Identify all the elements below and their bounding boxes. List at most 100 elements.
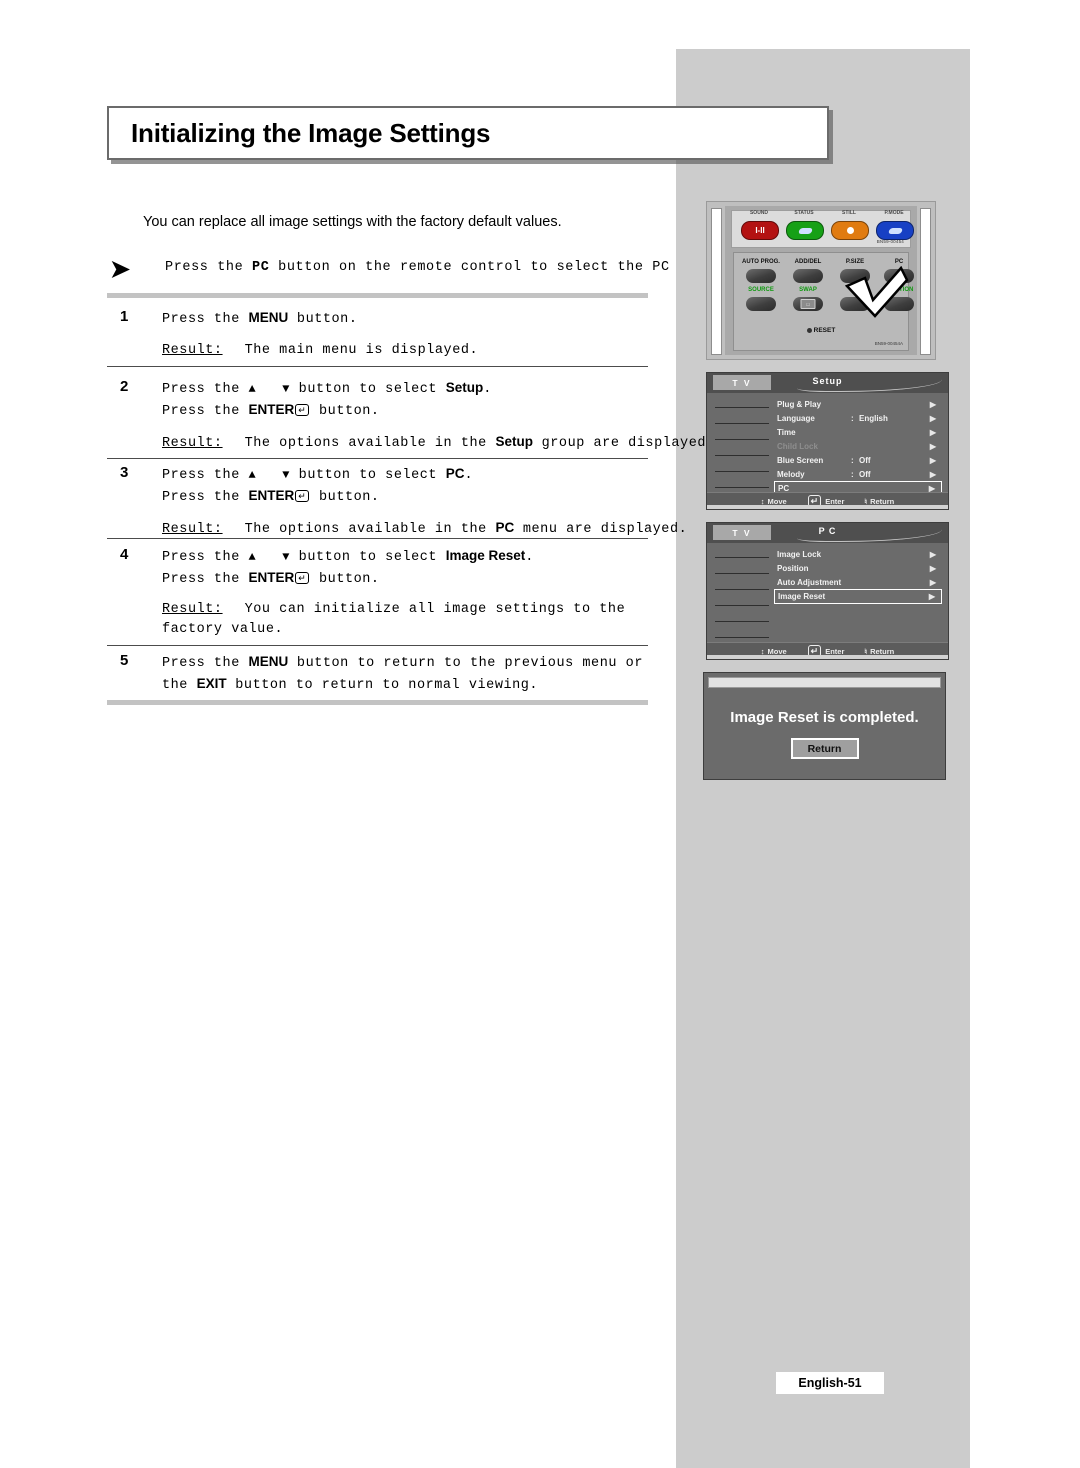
p-size-button[interactable] [840,269,870,283]
osd-row-position[interactable]: Position ▶ [777,561,942,575]
step-5: 5 Press the MENU button to return to the… [107,652,667,695]
color-button-tag-1: STATUS [794,210,814,216]
reset-row[interactable]: RESET [734,327,908,334]
auto-prog-button[interactable] [746,269,776,283]
dialog-top-bar [708,677,941,688]
note-suffix: button on the remote control to select t… [278,260,670,275]
pc-button[interactable] [884,269,914,283]
step-4-mid: button to select [290,550,446,565]
remote-control-illustration: SOUND STATUS STILL P.MODE I-II BN59-0045… [706,201,936,360]
osd-pc-header: T V P C [707,523,948,543]
status-button[interactable] [786,221,824,240]
osd-setup-title: Setup [812,376,843,386]
chevron-right-icon: ▶ [929,455,936,465]
osd-setup-items: Plug & Play ▶ Language: English ▶ Time ▶ Chi… [774,397,942,496]
osd-row-time[interactable]: Time ▶ [777,425,942,439]
dialog-return-button[interactable]: Return [790,738,859,759]
step-4-number: 4 [120,546,129,563]
step-2-result-key: Setup [495,434,533,450]
down-triangle-icon: ▼ [282,550,291,564]
osd-row-label: Child Lock [777,441,818,451]
remote-model-code-top: BN59-00454 [876,239,904,244]
step-3-result-key: PC [495,520,515,536]
osd-row-auto-adjustment[interactable]: Auto Adjustment ▶ [777,575,942,589]
swap-label: SWAP [799,287,817,293]
divider-step-1-2 [107,366,648,368]
step-2-suffix: . [483,382,492,397]
osd-row-label: Image Reset [778,592,826,601]
osd-row-label: Melody [777,469,805,479]
still-button[interactable] [831,221,869,240]
image-reset-dialog: Image Reset is completed. Return [703,672,946,780]
page-title-box: Initializing the Image Settings [107,106,829,160]
chevron-right-icon: ▶ [929,427,936,437]
pip-size-button[interactable] [840,297,870,311]
step-3-suffix: . [464,468,474,483]
step-3-line1: Press the ▲ ▼ button to select PC. [162,464,667,486]
remote-model-code-bottom: BN59-00454A [874,341,903,346]
osd-row-label: Auto Adjustment [777,577,842,587]
osd-row-language[interactable]: Language: English ▶ [777,411,942,425]
remote-keypad: AUTO PROG. ADD/DEL P.SIZE PC SOURCE SWAP… [733,252,914,351]
step-4-result-a: You can initialize all image settings to… [162,602,626,637]
osd-row-label: Time [777,427,796,437]
chevron-right-icon: ▶ [929,469,936,479]
step-2-key: Setup [445,380,484,395]
reset-label: RESET [813,327,836,334]
chevron-right-icon: ▶ [929,399,936,409]
divider-step-4-5 [107,645,648,647]
divider-thick-top [107,293,648,298]
step-4-line2-suffix: button. [310,571,380,587]
step-5-key: MENU [248,654,289,669]
chevron-right-icon: ▶ [929,413,936,423]
chevron-right-icon: ▶ [929,563,936,573]
source-button[interactable] [746,297,776,311]
osd-row-melody[interactable]: Melody: Off ▶ [777,467,942,481]
divider-step-2-3 [107,458,648,460]
step-2-prefix: Press the [162,382,249,397]
osd-bottom-bar [707,505,948,509]
step-3-line2-suffix: button. [310,489,380,505]
step-2-enter-key: ENTER [248,401,295,417]
osd-row-blue-screen[interactable]: Blue Screen: Off ▶ [777,453,942,467]
step-2-result-a: The options available in the [244,436,496,452]
osd-pc-title: P C [818,526,837,536]
step-5-number: 5 [120,652,129,669]
swap-button[interactable]: ☐ [793,297,823,311]
picture-mode-button[interactable] [876,221,914,240]
step-2-result: Result: The options available in the Setu… [162,432,714,454]
step-4-result: Result: You can initialize all image sett… [162,600,652,639]
down-triangle-icon: ▼ [282,468,291,482]
osd-pc-items: Image Lock ▶ Position ▶ Auto Adjustment ▶ I… [774,547,942,604]
status-icon [797,227,813,234]
color-button-tag-2: STILL [842,210,856,216]
step-3: 3 Press the ▲ ▼ button to select PC. Pre… [107,464,687,540]
down-triangle-icon: ▼ [282,382,291,396]
step-4-key: Image Reset [445,548,526,563]
osd-row-label: Image Lock [777,549,822,559]
step-1-prefix: Press the [162,312,249,327]
note-prefix: Press the [165,260,253,275]
intro-paragraph: You can replace all image settings with … [143,214,562,230]
step-3-line2: Press the ENTER ↵ button. [162,486,667,508]
step-2-line2-prefix: Press the [162,403,249,419]
up-triangle-icon: ▲ [248,550,257,564]
step-4-result-label: Result: [162,602,223,618]
position-button[interactable] [884,297,914,311]
osd-row-image-reset[interactable]: Image Reset ▶ [774,589,942,604]
osd-pc-sidebar [707,543,769,643]
osd-row-plug-play[interactable]: Plug & Play ▶ [777,397,942,411]
up-triangle-icon: ▲ [248,468,257,482]
divider-step-3-4 [107,538,648,540]
osd-row-child-lock[interactable]: Child Lock ▶ [777,439,942,453]
sound-button[interactable]: I-II [741,221,779,240]
step-3-key: PC [445,466,465,481]
divider-thick-bottom [107,700,648,705]
step-5-line1: Press the MENU button to return to the p… [162,652,667,674]
add-del-button[interactable] [793,269,823,283]
step-5-line2-prefix: the [162,677,197,693]
step-4-suffix: . [525,550,534,565]
up-triangle-icon: ▲ [248,382,257,396]
osd-row-image-lock[interactable]: Image Lock ▶ [777,547,942,561]
chevron-right-icon: ▶ [928,592,935,601]
